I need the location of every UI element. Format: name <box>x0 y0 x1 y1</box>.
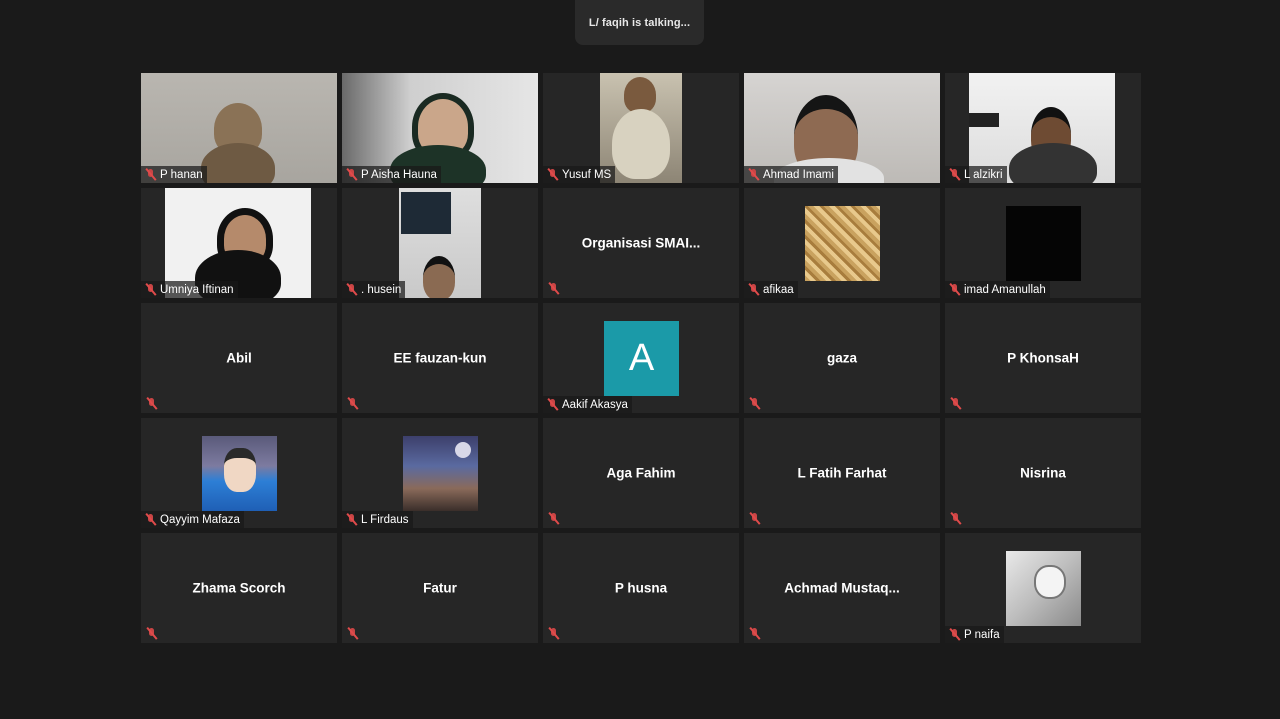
participant-tile[interactable]: P husna <box>543 533 739 643</box>
mic-muted-icon <box>748 512 761 525</box>
participant-name: afikaa <box>763 283 794 296</box>
participant-label: P Aisha Hauna <box>342 166 441 183</box>
participant-tile[interactable]: imad Amanullah <box>945 188 1141 298</box>
participant-label: P naifa <box>945 626 1004 643</box>
profile-picture <box>1006 551 1081 626</box>
mic-muted-icon <box>948 628 961 641</box>
mic-muted-icon <box>145 627 158 640</box>
mic-muted-icon <box>547 512 560 525</box>
participant-tile[interactable]: Abil <box>141 303 337 413</box>
participant-tile[interactable]: P naifa <box>945 533 1141 643</box>
participant-tile[interactable]: L Fatih Farhat <box>744 418 940 528</box>
participant-name: Qayyim Mafaza <box>160 513 240 526</box>
mic-muted-icon <box>949 512 962 525</box>
participant-name: Achmad Mustaq... <box>784 580 900 596</box>
participant-label: imad Amanullah <box>945 281 1050 298</box>
participant-tile[interactable]: Yusuf MS <box>543 73 739 183</box>
mic-muted-icon <box>346 397 359 410</box>
mic-muted-icon <box>748 627 761 640</box>
participant-label: Yusuf MS <box>543 166 616 183</box>
participant-name: L alzikri <box>964 168 1003 181</box>
participant-name: EE fauzan-kun <box>393 350 487 366</box>
participant-tile[interactable]: L alzikri <box>945 73 1141 183</box>
mic-muted-icon <box>948 168 961 181</box>
gallery-grid: P hanan P Aisha Hauna Yusuf MS Ahmad Ima… <box>141 73 1141 643</box>
participant-name: imad Amanullah <box>964 283 1046 296</box>
mic-muted-icon <box>748 397 761 410</box>
mic-muted-icon <box>747 283 760 296</box>
participant-label: Aakif Akasya <box>543 396 632 413</box>
participant-name: Ahmad Imami <box>763 168 834 181</box>
participant-tile[interactable]: Organisasi SMAI... <box>543 188 739 298</box>
participant-tile[interactable]: afikaa <box>744 188 940 298</box>
participant-name: Fatur <box>423 580 457 596</box>
participant-name: Aga Fahim <box>606 465 676 481</box>
mic-muted-icon <box>144 513 157 526</box>
mic-muted-icon <box>144 283 157 296</box>
mic-muted-icon <box>345 168 358 181</box>
participant-tile[interactable]: Ahmad Imami <box>744 73 940 183</box>
participant-label: L Firdaus <box>342 511 413 528</box>
participant-name: Organisasi SMAI... <box>581 235 701 251</box>
participant-name: Zhama Scorch <box>192 580 286 596</box>
participant-video <box>399 188 481 298</box>
participant-tile[interactable]: Aga Fahim <box>543 418 739 528</box>
participant-name: gaza <box>826 350 857 366</box>
mic-muted-icon <box>345 283 358 296</box>
participant-tile[interactable]: Umniya Iftinan <box>141 188 337 298</box>
avatar: A <box>604 321 679 396</box>
participant-label: L alzikri <box>945 166 1007 183</box>
participant-tile[interactable]: Zhama Scorch <box>141 533 337 643</box>
profile-picture <box>403 436 478 511</box>
participant-tile[interactable]: Qayyim Mafaza <box>141 418 337 528</box>
participant-name: P naifa <box>964 628 1000 641</box>
participant-name: P husna <box>614 580 668 596</box>
participant-tile[interactable]: P hanan <box>141 73 337 183</box>
participant-name: Aakif Akasya <box>562 398 628 411</box>
mic-muted-icon <box>747 168 760 181</box>
participant-tile[interactable]: P Aisha Hauna <box>342 73 538 183</box>
participant-name: Abil <box>226 350 252 366</box>
participant-tile[interactable]: Achmad Mustaq... <box>744 533 940 643</box>
participant-name: P hanan <box>160 168 203 181</box>
participant-name: P KhonsaH <box>1007 350 1079 366</box>
mic-muted-icon <box>546 398 559 411</box>
participant-label: P hanan <box>141 166 207 183</box>
participant-label: afikaa <box>744 281 798 298</box>
mic-muted-icon <box>546 168 559 181</box>
participant-label: Qayyim Mafaza <box>141 511 244 528</box>
participant-label: Umniya Iftinan <box>141 281 238 298</box>
participant-name: Umniya Iftinan <box>160 283 234 296</box>
mic-muted-icon <box>547 627 560 640</box>
participant-name: P Aisha Hauna <box>361 168 437 181</box>
participant-name: L Firdaus <box>361 513 409 526</box>
profile-picture <box>202 436 277 511</box>
participant-name: . husein <box>361 283 402 296</box>
participant-label: . husein <box>342 281 406 298</box>
mic-muted-icon <box>949 397 962 410</box>
profile-picture <box>1006 206 1081 281</box>
mic-muted-icon <box>547 282 560 295</box>
participant-label: Ahmad Imami <box>744 166 838 183</box>
participant-tile[interactable]: EE fauzan-kun <box>342 303 538 413</box>
participant-tile[interactable]: L Firdaus <box>342 418 538 528</box>
participant-tile[interactable]: A Aakif Akasya <box>543 303 739 413</box>
mic-muted-icon <box>346 627 359 640</box>
profile-picture <box>805 206 880 281</box>
participant-tile[interactable]: . husein <box>342 188 538 298</box>
participant-name: Nisrina <box>1020 465 1066 481</box>
participant-tile[interactable]: Fatur <box>342 533 538 643</box>
active-speaker-banner: L/ faqih is talking... <box>575 0 704 45</box>
participant-tile[interactable]: gaza <box>744 303 940 413</box>
participant-tile[interactable]: P KhonsaH <box>945 303 1141 413</box>
mic-muted-icon <box>144 168 157 181</box>
participant-name: L Fatih Farhat <box>797 465 887 481</box>
participant-tile[interactable]: Nisrina <box>945 418 1141 528</box>
participant-name: Yusuf MS <box>562 168 612 181</box>
mic-muted-icon <box>145 397 158 410</box>
mic-muted-icon <box>345 513 358 526</box>
mic-muted-icon <box>948 283 961 296</box>
